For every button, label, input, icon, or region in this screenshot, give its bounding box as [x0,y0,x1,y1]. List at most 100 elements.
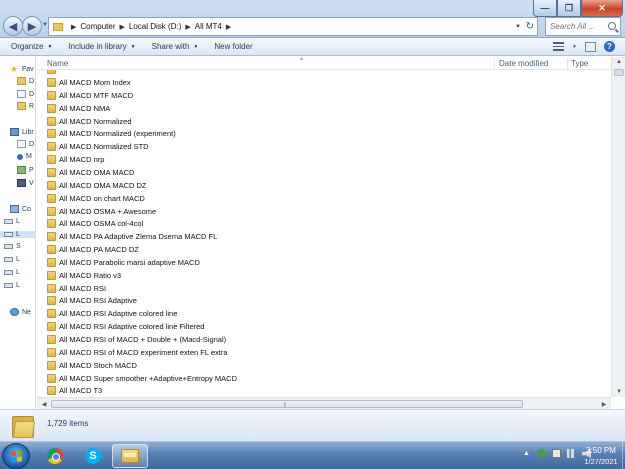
file-name: All MACD OSMA + Awesome [59,206,157,216]
scroll-down-icon[interactable]: ▼ [613,387,625,397]
chevron-down-icon[interactable]: ▼ [572,44,577,50]
scroll-left-icon[interactable]: ◀ [39,399,49,409]
list-item[interactable]: All MACD Normalized STD [37,140,611,153]
chevron-right-icon[interactable]: ▶ [185,23,190,31]
column-header-date-modified[interactable]: Date modified [499,59,548,68]
nav-item[interactable]: L [0,282,20,289]
list-item[interactable]: All MACD PA Adaptive Zlema Dsema MACD FL [37,230,611,243]
list-item[interactable]: All MACD RSI Adaptive [37,294,611,307]
list-item[interactable]: All MACD Ratio v3 [37,269,611,282]
nav-item[interactable]: M [0,153,32,160]
list-item[interactable]: All MACD Parabolic marsi adaptive MACD [37,256,611,269]
folder-icon [12,414,36,438]
list-item[interactable]: All MACD RSI Adaptive colored line Filte… [37,320,611,333]
nav-item[interactable]: P [0,166,34,174]
list-item[interactable]: All MACD nrp [37,153,611,166]
breadcrumb-local-disk[interactable]: Local Disk (D:) [129,22,181,31]
taskbar-skype[interactable]: S [75,444,111,468]
nav-item[interactable]: L [0,256,20,263]
list-item[interactable]: All MACD RSI Adaptive colored line [37,307,611,320]
organize-menu[interactable]: Organize ▼ [11,42,52,51]
column-divider[interactable] [494,58,495,69]
list-item[interactable]: All MACD RSI [37,282,611,295]
vertical-scrollbar[interactable]: ▲ ▼ [611,57,625,397]
nav-item[interactable]: Libr [0,128,34,136]
start-button[interactable] [2,443,30,469]
horizontal-scrollbar[interactable]: ◀ ||| ▶ [37,397,611,409]
nav-item-label: R [29,102,35,110]
skype-icon: S [85,448,101,464]
nav-item[interactable]: L [0,269,20,276]
chevron-right-icon[interactable]: ▶ [120,23,125,31]
scroll-up-icon[interactable]: ▲ [613,57,625,67]
list-item[interactable]: All MACD PA MACD DZ [37,243,611,256]
back-button[interactable]: ◀ [3,16,23,36]
address-dropdown-icon[interactable]: ▼ [515,24,521,30]
folder-icon [47,322,56,332]
nav-item[interactable]: D [0,77,34,85]
folder-icon [47,103,56,113]
breadcrumb-all-mt4[interactable]: All MT4 [195,22,222,31]
nav-item[interactable]: ★ Fav [0,65,34,74]
minimize-button[interactable]: — [533,0,557,17]
network-icon[interactable] [567,449,576,458]
list-item[interactable]: All MACD RSI of MACD experiment exten FL… [37,346,611,359]
nav-item[interactable]: R [0,102,34,110]
list-item[interactable]: All MACD Mom Index [37,76,611,89]
list-item[interactable]: All MACD NMA [37,102,611,115]
list-item[interactable]: All MACD OSMA col-4col [37,217,611,230]
nav-item[interactable]: Co [0,205,31,213]
list-item[interactable]: All MACD Stoch MACD [37,359,611,372]
scroll-right-icon[interactable]: ▶ [599,399,609,409]
file-list: ▲ Name Date modified Type All MACD Mom I… [37,57,625,409]
breadcrumb-computer[interactable]: Computer [80,22,115,31]
scrollbar-thumb[interactable]: ||| [51,400,523,408]
nav-item[interactable]: L [0,218,20,225]
taskbar-chrome[interactable] [37,444,73,468]
column-header-type[interactable]: Type [571,59,588,68]
nav-item[interactable]: V [0,179,34,187]
list-item[interactable]: All MACD OMA MACD [37,166,611,179]
chevron-right-icon[interactable]: ▶ [71,23,76,31]
help-icon[interactable]: ? [604,41,615,52]
search-box[interactable] [545,17,621,36]
change-view-icon[interactable] [553,42,565,51]
new-folder-button[interactable]: New folder [214,42,252,51]
column-header-name[interactable]: Name [47,59,68,68]
refresh-icon[interactable]: ↻ [526,21,534,32]
list-item[interactable]: All MACD OMA MACD DZ [37,179,611,192]
nav-item[interactable]: D [0,140,34,148]
scrollbar-thumb[interactable] [614,69,624,76]
action-center-flag-icon[interactable] [552,449,561,458]
security-shield-icon[interactable] [537,449,546,458]
nav-item-label: Ne [22,308,31,316]
list-item[interactable]: All MACD Normalized [37,115,611,128]
picture-icon [17,166,26,174]
maximize-button[interactable]: ❐ [557,0,581,17]
list-item[interactable]: All MACD RSI of MACD + Double + (Macd-Si… [37,333,611,346]
list-item[interactable]: All MACD OSMA + Awesome [37,205,611,218]
column-divider[interactable] [567,58,568,69]
list-item[interactable]: All MACD Normalized (experiment) [37,127,611,140]
share-with-menu[interactable]: Share with ▼ [152,42,199,51]
show-hidden-icons-icon[interactable]: ▲ [522,449,531,458]
nav-item[interactable]: L [0,231,35,238]
nav-item[interactable]: D [0,90,34,98]
list-item[interactable]: All MACD on chart MACD [37,192,611,205]
list-item[interactable]: All MACD Super smoother +Adaptive+Entrop… [37,372,611,385]
list-item[interactable]: All MACD MTF MACD [37,89,611,102]
forward-button[interactable]: ▶ [22,16,42,36]
preview-pane-icon[interactable] [585,41,596,52]
address-bar[interactable]: ▶ Computer ▶ Local Disk (D:) ▶ All MT4 ▶… [48,17,538,36]
close-button[interactable]: ✕ [581,0,623,17]
nav-item[interactable]: Ne [0,308,31,316]
clock[interactable]: 3:50 PM 1/27/2021 [580,445,622,467]
include-in-library-menu[interactable]: Include in library ▼ [68,42,135,51]
list-item[interactable]: All MACD T3 [37,384,611,396]
search-input[interactable] [550,22,606,31]
search-icon[interactable] [608,22,616,30]
folder-icon [47,373,56,383]
chevron-right-icon[interactable]: ▶ [226,23,231,31]
nav-item[interactable]: S [0,243,21,250]
taskbar-explorer[interactable] [112,444,148,468]
